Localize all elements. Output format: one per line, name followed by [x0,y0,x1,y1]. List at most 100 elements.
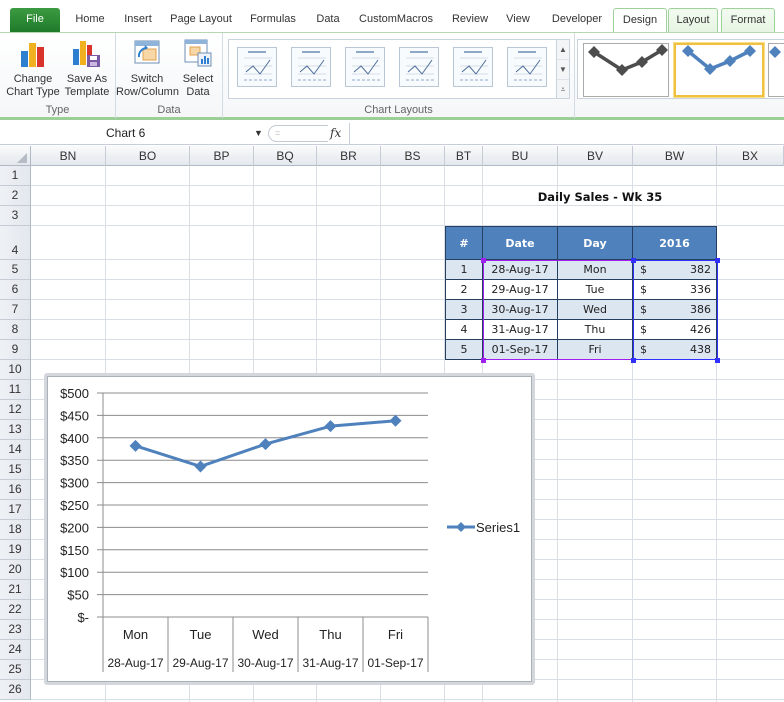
row-header-22[interactable]: 22 [0,600,31,620]
tab-page-layout[interactable]: Page Layout [164,8,238,32]
range-handle[interactable] [481,258,486,263]
column-header-bn[interactable]: BN [31,146,106,166]
table-cell-number[interactable]: 2 [445,280,483,300]
table-cell-date[interactable]: 28-Aug-17 [483,260,558,280]
table-header-day[interactable]: Day [558,226,633,260]
chart-layout-3[interactable] [345,47,385,87]
tab-home[interactable]: Home [70,8,110,32]
row-header-7[interactable]: 7 [0,300,31,320]
row-header-8[interactable]: 8 [0,320,31,340]
table-cell-value[interactable]: $426 [633,320,717,340]
chart-layout-1[interactable] [237,47,277,87]
table-header-number[interactable]: # [445,226,483,260]
row-header-23[interactable]: 23 [0,620,31,640]
chart-layout-6[interactable] [507,47,547,87]
gallery-scroll-down-button[interactable]: ▼ [557,60,569,80]
gallery-more-button[interactable]: ⩡ [557,80,569,100]
row-header-14[interactable]: 14 [0,440,31,460]
row-header-4[interactable]: 4 [0,226,31,260]
table-header-date[interactable]: Date [483,226,558,260]
insert-function-icon[interactable]: fx [330,123,350,144]
tab-review[interactable]: Review [446,8,494,32]
range-handle[interactable] [715,358,720,363]
chart-object[interactable]: $500 $450 $400 $350 $300 $250 $200 $150 $100 $50 $… [44,373,535,685]
row-header-13[interactable]: 13 [0,420,31,440]
tab-formulas[interactable]: Formulas [244,8,302,32]
tab-insert[interactable]: Insert [116,8,160,32]
table-cell-date[interactable]: 01-Sep-17 [483,340,558,360]
chart-style-next[interactable] [768,43,784,97]
table-cell-value[interactable]: $438 [633,340,717,360]
tab-custommacros[interactable]: CustomMacros [354,8,438,32]
row-header-17[interactable]: 17 [0,500,31,520]
row-header-3[interactable]: 3 [0,206,31,226]
table-cell-date[interactable]: 29-Aug-17 [483,280,558,300]
formula-bar-expand[interactable]: = [268,125,328,142]
select-data-button[interactable]: Select Data [178,37,218,99]
change-chart-type-button[interactable]: Change Chart Type [6,37,60,99]
tab-data[interactable]: Data [310,8,346,32]
table-cell-day[interactable]: Fri [558,340,633,360]
row-header-24[interactable]: 24 [0,640,31,660]
table-cell-value[interactable]: $382 [633,260,717,280]
row-header-5[interactable]: 5 [0,260,31,280]
range-handle[interactable] [631,258,636,263]
table-cell-value[interactable]: $336 [633,280,717,300]
column-header-bx[interactable]: BX [717,146,784,166]
gallery-scroll-up-button[interactable]: ▲ [557,40,569,60]
formula-input[interactable] [351,123,784,144]
row-header-10[interactable]: 10 [0,360,31,380]
tab-design[interactable]: Design [613,8,667,33]
row-header-11[interactable]: 11 [0,380,31,400]
row-header-20[interactable]: 20 [0,560,31,580]
range-handle[interactable] [481,358,486,363]
column-header-br[interactable]: BR [317,146,381,166]
row-header-6[interactable]: 6 [0,280,31,300]
table-cell-value[interactable]: $386 [633,300,717,320]
column-header-bq[interactable]: BQ [254,146,317,166]
row-header-25[interactable]: 25 [0,660,31,680]
table-cell-date[interactable]: 30-Aug-17 [483,300,558,320]
chart-layout-2[interactable] [291,47,331,87]
table-cell-day[interactable]: Tue [558,280,633,300]
tab-developer[interactable]: Developer [544,8,610,32]
select-all-corner[interactable] [0,146,31,166]
table-header-2016[interactable]: 2016 [633,226,717,260]
tab-file[interactable]: File [10,8,60,32]
column-header-bw[interactable]: BW [633,146,717,166]
table-cell-number[interactable]: 4 [445,320,483,340]
column-header-bo[interactable]: BO [106,146,190,166]
name-box-dropdown-icon[interactable]: ▼ [254,123,263,144]
row-header-18[interactable]: 18 [0,520,31,540]
table-cell-number[interactable]: 5 [445,340,483,360]
name-box[interactable]: Chart 6 [0,123,265,144]
column-header-bv[interactable]: BV [558,146,633,166]
row-header-21[interactable]: 21 [0,580,31,600]
table-cell-day[interactable]: Thu [558,320,633,340]
column-header-bu[interactable]: BU [483,146,558,166]
range-handle[interactable] [631,358,636,363]
tab-view[interactable]: View [502,8,534,32]
column-header-bs[interactable]: BS [381,146,445,166]
table-cell-number[interactable]: 1 [445,260,483,280]
tab-layout[interactable]: Layout [668,8,718,32]
row-header-12[interactable]: 12 [0,400,31,420]
chart-style-gray[interactable] [583,43,669,97]
table-cell-date[interactable]: 31-Aug-17 [483,320,558,340]
chart-style-blue-selected[interactable] [674,43,764,97]
row-header-9[interactable]: 9 [0,340,31,360]
table-cell-number[interactable]: 3 [445,300,483,320]
range-handle[interactable] [715,258,720,263]
row-header-16[interactable]: 16 [0,480,31,500]
row-header-15[interactable]: 15 [0,460,31,480]
chart-layout-5[interactable] [453,47,493,87]
row-header-2[interactable]: 2 [0,186,31,206]
chart-layout-4[interactable] [399,47,439,87]
row-header-1[interactable]: 1 [0,166,31,186]
row-header-26[interactable]: 26 [0,680,31,700]
row-header-19[interactable]: 19 [0,540,31,560]
column-header-bt[interactable]: BT [445,146,483,166]
column-header-bp[interactable]: BP [190,146,254,166]
switch-row-column-button[interactable]: Switch Row/Column [116,37,179,99]
table-cell-day[interactable]: Wed [558,300,633,320]
